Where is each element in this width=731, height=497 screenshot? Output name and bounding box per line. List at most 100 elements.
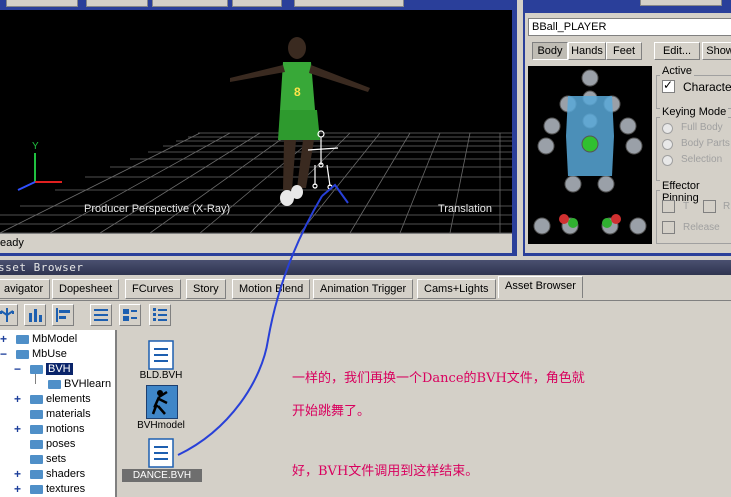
tree-item-textures[interactable]: textures bbox=[30, 482, 85, 497]
body-parts-radio[interactable] bbox=[662, 139, 673, 150]
release-checkbox[interactable] bbox=[662, 221, 675, 234]
tab-story[interactable]: Story bbox=[186, 279, 226, 299]
asset-file-view: BLD.BVH BVHmodel DANCE.BVH 一样的，我们再换一个Dan… bbox=[120, 330, 731, 497]
check-mark-icon: ✓ bbox=[663, 78, 674, 92]
asset-folder-tree: + MbModel − MbUse − BVH BVHlearn + eleme… bbox=[0, 330, 117, 497]
tree-connector bbox=[35, 374, 36, 384]
file-label-bvhmodel[interactable]: BVHmodel bbox=[130, 420, 192, 431]
tree-item-label: shaders bbox=[46, 468, 86, 480]
character-name-field[interactable]: BBall_PLAYER bbox=[528, 18, 731, 36]
active-group-title: Active bbox=[660, 65, 694, 77]
character-active-label: Character bbox=[683, 80, 731, 94]
tab-cams-lights[interactable]: Cams+Lights bbox=[417, 279, 496, 299]
release-label: Release bbox=[683, 222, 720, 233]
edit-button[interactable]: Edit... bbox=[654, 42, 700, 60]
viewer-top-tab[interactable] bbox=[152, 0, 228, 7]
chart-view-icon[interactable] bbox=[24, 304, 46, 326]
3d-viewport[interactable]: Y 8 Producer Perspective (X-Ray) Transla… bbox=[0, 10, 512, 233]
tree-item-label: elements bbox=[46, 393, 91, 405]
pin-t-label: T bbox=[683, 201, 690, 212]
selection-radio[interactable] bbox=[662, 155, 673, 166]
collapse-icon[interactable]: − bbox=[0, 347, 7, 361]
control-rig-figure bbox=[533, 69, 647, 235]
detail-view-icon[interactable] bbox=[149, 304, 171, 326]
tree-item-label: MbModel bbox=[32, 333, 78, 345]
axis-gizmo bbox=[17, 153, 62, 191]
tab-asset-browser[interactable]: Asset Browser bbox=[498, 276, 583, 298]
tab-dopesheet[interactable]: Dopesheet bbox=[52, 279, 120, 299]
expand-icon[interactable]: + bbox=[14, 467, 21, 481]
tree-item-label: sets bbox=[46, 453, 67, 465]
tree-item-label: MbUse bbox=[32, 348, 67, 360]
tree-item-label: motions bbox=[46, 423, 85, 435]
viewer-top-tab[interactable] bbox=[232, 0, 282, 7]
list-view-icon[interactable] bbox=[90, 304, 112, 326]
viewport-perspective-label: Producer Perspective (X-Ray) bbox=[84, 203, 230, 215]
viewer-top-tab[interactable] bbox=[294, 0, 404, 7]
full-body-radio[interactable] bbox=[662, 123, 673, 134]
floor-grid bbox=[0, 132, 512, 233]
groups-tab[interactable] bbox=[640, 0, 722, 6]
asset-browser-toolbar bbox=[0, 301, 731, 328]
tab-motion-blend[interactable]: Motion Blend bbox=[232, 279, 311, 299]
pin-r-checkbox[interactable] bbox=[703, 200, 716, 213]
viewer-top-tab[interactable] bbox=[6, 0, 78, 7]
viewer-status-bar: eady bbox=[0, 233, 512, 253]
tree-item-motions[interactable]: motions bbox=[30, 422, 85, 437]
control-rig-view[interactable] bbox=[528, 66, 652, 244]
tree-item-label: poses bbox=[46, 438, 76, 450]
file-label-dance-selected[interactable]: DANCE.BVH bbox=[122, 469, 202, 482]
folder-icon bbox=[30, 469, 43, 479]
folder-icon bbox=[30, 424, 43, 434]
tab-navigator[interactable]: avigator bbox=[0, 279, 51, 299]
document-icon[interactable] bbox=[146, 438, 176, 468]
expand-icon[interactable]: + bbox=[0, 332, 7, 346]
character-icon[interactable] bbox=[146, 385, 178, 419]
folder-icon bbox=[30, 394, 43, 404]
selection-label: Selection bbox=[681, 154, 723, 165]
collapse-icon[interactable]: − bbox=[14, 362, 21, 376]
align-view-icon[interactable] bbox=[52, 304, 74, 326]
tab-fcurves[interactable]: FCurves bbox=[125, 279, 181, 299]
svg-text:8: 8 bbox=[294, 85, 301, 99]
tree-item-label: BVHlearn bbox=[64, 378, 112, 390]
tree-item-elements[interactable]: elements bbox=[30, 392, 91, 407]
character-active-checkbox[interactable]: ✓ bbox=[662, 78, 675, 93]
tree-item-bvhlearn[interactable]: BVHlearn bbox=[48, 377, 111, 392]
folder-icon bbox=[30, 364, 43, 374]
pin-t-checkbox[interactable] bbox=[662, 200, 675, 213]
status-text: eady bbox=[0, 237, 24, 249]
document-icon[interactable] bbox=[146, 340, 176, 370]
keying-mode-title: Keying Mode bbox=[660, 106, 729, 118]
character-model[interactable]: 8 bbox=[230, 37, 370, 206]
folder-icon bbox=[30, 439, 43, 449]
expand-icon[interactable]: + bbox=[14, 482, 21, 496]
tab-body[interactable]: Body bbox=[532, 42, 568, 60]
show-button[interactable]: Show bbox=[702, 42, 731, 60]
body-parts-label: Body Parts bbox=[681, 138, 730, 149]
tree-item-label: materials bbox=[46, 408, 91, 420]
viewport-mode-label: Translation bbox=[438, 203, 492, 215]
tree-view-icon[interactable] bbox=[0, 304, 18, 326]
tree-item-poses[interactable]: poses bbox=[30, 437, 75, 452]
tree-item-bvh[interactable]: BVH bbox=[30, 362, 73, 377]
asset-browser-title-bar: sset Browser bbox=[0, 260, 731, 275]
viewport-scene: Y 8 Producer Perspective (X-Ray) Transla… bbox=[0, 37, 512, 233]
pin-r-label: R bbox=[723, 201, 731, 212]
tree-item-shaders[interactable]: shaders bbox=[30, 467, 85, 482]
tab-feet[interactable]: Feet bbox=[606, 42, 642, 60]
thumbnail-view-icon[interactable] bbox=[119, 304, 141, 326]
file-label-bld[interactable]: BLD.BVH bbox=[134, 370, 188, 381]
tree-item-mbuse[interactable]: MbUse bbox=[16, 347, 67, 362]
tree-item-mbmodel[interactable]: MbModel bbox=[16, 332, 77, 347]
tab-animation-trigger[interactable]: Animation Trigger bbox=[313, 279, 414, 299]
full-body-label: Full Body bbox=[681, 122, 723, 133]
panel-tab-bar: avigator Dopesheet FCurves Story Motion … bbox=[0, 276, 731, 301]
folder-icon bbox=[16, 349, 29, 359]
tab-hands[interactable]: Hands bbox=[568, 42, 606, 60]
tree-item-sets[interactable]: sets bbox=[30, 452, 66, 467]
tree-item-materials[interactable]: materials bbox=[30, 407, 91, 422]
expand-icon[interactable]: + bbox=[14, 422, 21, 436]
expand-icon[interactable]: + bbox=[14, 392, 21, 406]
viewer-top-tab[interactable] bbox=[86, 0, 148, 7]
